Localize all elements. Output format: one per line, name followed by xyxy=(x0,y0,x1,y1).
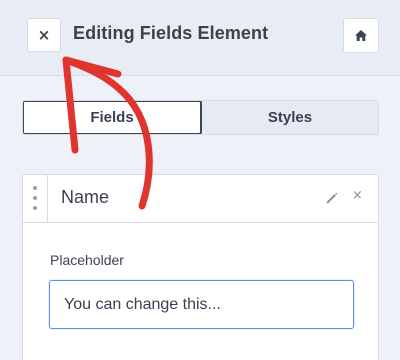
remove-field-icon[interactable]: × xyxy=(352,188,363,203)
field-card-header[interactable]: Name × xyxy=(23,175,378,223)
drag-handle-icon[interactable] xyxy=(23,175,48,222)
tab-bar: Fields Styles xyxy=(22,100,379,135)
home-button[interactable] xyxy=(343,18,379,53)
panel-header: × Editing Fields Element xyxy=(0,0,400,76)
placeholder-label: Placeholder xyxy=(50,252,124,268)
tab-styles[interactable]: Styles xyxy=(202,101,378,134)
field-name: Name xyxy=(61,187,110,207)
panel-title: Editing Fields Element xyxy=(73,23,269,43)
placeholder-input[interactable] xyxy=(49,280,354,329)
tab-fields[interactable]: Fields xyxy=(23,101,202,134)
pencil-icon[interactable] xyxy=(325,191,339,205)
field-card: Name × Placeholder xyxy=(22,174,379,360)
close-button[interactable]: × xyxy=(27,18,61,52)
home-icon xyxy=(355,30,367,41)
close-icon: × xyxy=(37,25,51,44)
